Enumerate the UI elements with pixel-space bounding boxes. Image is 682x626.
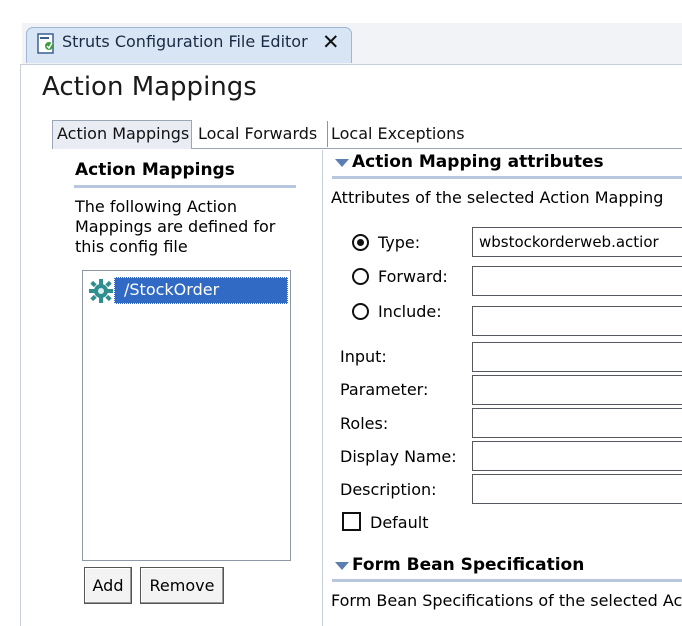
- description-label: Description:: [340, 480, 437, 499]
- include-field[interactable]: [472, 306, 682, 336]
- display-name-label: Display Name:: [340, 447, 457, 466]
- collapse-triangle-icon[interactable]: [335, 562, 349, 570]
- attributes-description: Attributes of the selected Action Mappin…: [331, 188, 664, 207]
- tab-separator: [327, 121, 328, 147]
- left-section-rule: [74, 185, 296, 188]
- struts-config-file-icon: [37, 33, 54, 54]
- display-name-field[interactable]: [472, 441, 682, 471]
- tab-underline: [192, 148, 682, 149]
- editor-tab-label: Struts Configuration File Editor: [62, 32, 308, 51]
- page-title: Action Mappings: [42, 72, 257, 102]
- form-bean-rule: [332, 579, 682, 582]
- parameter-label: Parameter:: [340, 380, 429, 399]
- attributes-rule: [332, 176, 682, 179]
- include-radio[interactable]: [352, 303, 369, 320]
- collapse-triangle-icon[interactable]: [335, 159, 349, 167]
- roles-field[interactable]: [472, 408, 682, 438]
- input-field[interactable]: [472, 342, 682, 372]
- form-bean-description: Form Bean Specifications of the selected…: [331, 591, 682, 610]
- type-radio[interactable]: [352, 234, 369, 251]
- description-field[interactable]: [472, 474, 682, 504]
- add-button[interactable]: Add: [84, 567, 132, 604]
- parameter-field[interactable]: [472, 375, 682, 405]
- close-icon[interactable]: ✕: [322, 30, 340, 54]
- gear-icon: [89, 279, 113, 303]
- pane-divider: [322, 150, 323, 626]
- remove-button[interactable]: Remove: [140, 567, 224, 604]
- tab-local-forwards[interactable]: Local Forwards: [198, 124, 317, 143]
- input-label: Input:: [340, 347, 387, 366]
- left-section-description: The following Action Mappings are define…: [75, 197, 276, 256]
- forward-label: Forward:: [378, 267, 448, 286]
- tab-action-mappings[interactable]: Action Mappings: [57, 124, 189, 143]
- forward-field[interactable]: [472, 266, 682, 296]
- type-label: Type:: [378, 233, 421, 252]
- include-label: Include:: [378, 302, 442, 321]
- form-bean-heading: Form Bean Specification: [352, 555, 585, 575]
- action-mappings-list[interactable]: [82, 270, 291, 561]
- default-checkbox[interactable]: [342, 512, 361, 531]
- attributes-heading: Action Mapping attributes: [352, 152, 604, 172]
- default-label: Default: [370, 513, 429, 532]
- list-item-label: /StockOrder: [124, 280, 220, 299]
- type-field[interactable]: wbstockorderweb.actior: [472, 227, 682, 257]
- forward-radio[interactable]: [352, 268, 369, 285]
- roles-label: Roles:: [340, 414, 389, 433]
- tab-local-exceptions[interactable]: Local Exceptions: [331, 124, 465, 143]
- left-section-heading: Action Mappings: [75, 160, 235, 180]
